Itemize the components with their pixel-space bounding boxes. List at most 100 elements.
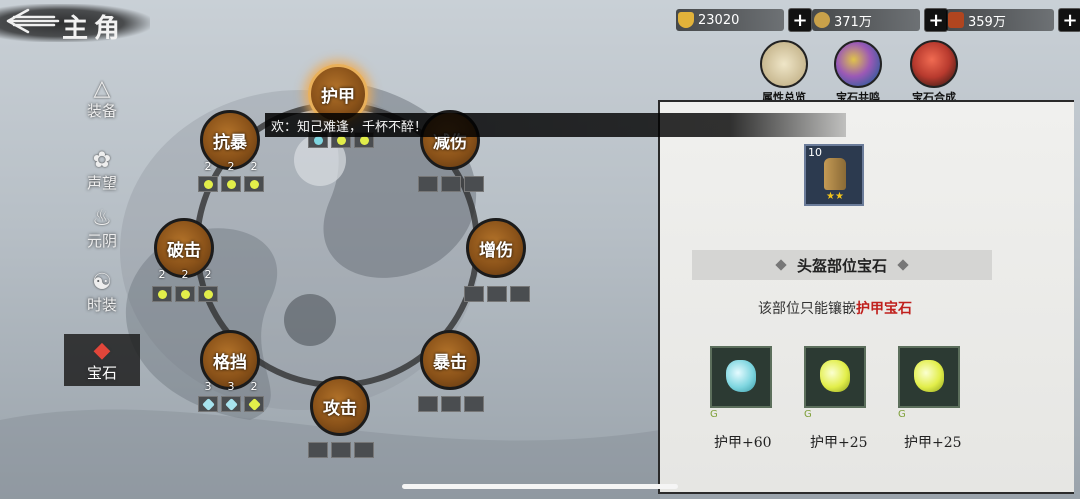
anti-crit-counts: 2 2 2	[198, 160, 264, 173]
count: 2	[181, 268, 189, 281]
slot-restriction-text: 该部位只能镶嵌护甲宝石	[660, 298, 1010, 318]
empty-gem-slot[interactable]	[510, 286, 530, 302]
add-scroll-button[interactable]: +	[1058, 8, 1080, 32]
scroll-resource-icon	[948, 12, 964, 28]
count: 2	[204, 160, 212, 173]
damage-boost-slots	[464, 286, 530, 302]
home-indicator[interactable]	[402, 484, 678, 489]
resource-coin-value: 371万	[834, 14, 872, 30]
critical-slots	[418, 396, 484, 412]
nav-gem[interactable]: ◆ 宝石	[64, 334, 140, 386]
node-critical[interactable]: 暴击	[420, 330, 480, 390]
gem-forge-icon	[910, 40, 958, 88]
cyan-gem-icon	[726, 360, 756, 392]
empty-gem-slot[interactable]	[441, 176, 461, 192]
gem-stat: 护甲+25	[904, 435, 962, 451]
damage-reduction-slots	[418, 176, 484, 192]
block-slots	[198, 396, 264, 412]
desc-prefix: 该部位只能镶嵌	[758, 301, 856, 317]
empty-gem-slot[interactable]	[464, 176, 484, 192]
gem-slot[interactable]	[244, 176, 264, 192]
nav-reputation-label: 声望	[86, 174, 117, 192]
gem-slot[interactable]	[221, 176, 241, 192]
empty-gem-slot[interactable]	[331, 442, 351, 458]
resource-coin: 371万 +	[812, 8, 948, 32]
node-damage-boost[interactable]: 增伤	[466, 218, 526, 278]
add-coin-button[interactable]: +	[924, 8, 948, 32]
gem-card[interactable]: G	[804, 346, 866, 420]
yellow-gem-icon	[914, 360, 944, 392]
count: 2	[250, 160, 258, 173]
count: 2	[158, 268, 166, 281]
empty-gem-slot[interactable]	[308, 442, 328, 458]
block-counts: 3 3 2	[198, 380, 264, 393]
page-title: 主角	[62, 14, 127, 44]
node-break-label: 破击	[167, 240, 201, 261]
resource-scroll: 359万 +	[946, 8, 1080, 32]
gem-slot[interactable]	[221, 396, 241, 412]
count: 3	[204, 380, 212, 393]
empty-gem-slot[interactable]	[418, 396, 438, 412]
resource-scroll-pill: 359万	[946, 9, 1054, 31]
count: 3	[227, 380, 235, 393]
costume-icon: ☯	[92, 270, 112, 295]
gem-slot[interactable]	[198, 396, 218, 412]
empty-gem-slot[interactable]	[487, 286, 507, 302]
node-attack[interactable]: 攻击	[310, 376, 370, 436]
empty-gem-slot[interactable]	[464, 286, 484, 302]
helmet-item-slot[interactable]: 10 ★★	[804, 144, 864, 206]
anti-crit-slots	[198, 176, 264, 192]
gem-slot[interactable]	[198, 286, 218, 302]
attack-slots	[308, 442, 374, 458]
gem-grade: G	[804, 409, 812, 420]
node-block-label: 格挡	[213, 352, 247, 373]
gem-resonance-button[interactable]: 宝石共鸣	[834, 40, 882, 105]
nav-equipment[interactable]: △ 装备	[66, 76, 138, 121]
flame-icon: ♨	[92, 206, 112, 231]
gem-forge-button[interactable]: 宝石合成	[910, 40, 958, 105]
item-level: 10	[808, 146, 822, 159]
node-attack-label: 攻击	[323, 398, 357, 419]
gem-icon: ◆	[93, 337, 111, 363]
resource-coin-pill: 371万	[812, 9, 920, 31]
add-gold-button[interactable]: +	[788, 8, 812, 32]
desc-highlight: 护甲宝石	[856, 301, 912, 317]
back-arrow-icon[interactable]	[4, 6, 60, 36]
empty-gem-slot[interactable]	[441, 396, 461, 412]
banner-text: 欢：知己难逢，千杯不醉！	[271, 119, 428, 135]
empty-gem-slot[interactable]	[354, 442, 374, 458]
resource-gold-pill: 23020	[676, 9, 784, 31]
empty-gem-slot[interactable]	[418, 176, 438, 192]
gem-cluster-icon	[834, 40, 882, 88]
gem-stat: 护甲+25	[810, 435, 868, 451]
gem-slot[interactable]	[152, 286, 172, 302]
nav-gem-label: 宝石	[86, 363, 117, 382]
nav-reputation[interactable]: ✿ 声望	[66, 148, 138, 193]
attribute-overview-button[interactable]: 属性总览	[760, 40, 808, 105]
node-anti-crit-label: 抗暴	[213, 132, 247, 153]
yellow-gem-icon	[820, 360, 850, 392]
helmet-icon	[824, 158, 846, 190]
gem-slot[interactable]	[175, 286, 195, 302]
coin-icon	[814, 12, 830, 28]
robe-icon: △	[93, 76, 111, 101]
count: 2	[204, 268, 212, 281]
section-title-bar: 头盔部位宝石	[692, 250, 992, 280]
empty-gem-slot[interactable]	[464, 396, 484, 412]
resource-gold-value: 23020	[698, 12, 740, 28]
node-armor-label: 护甲	[321, 86, 355, 107]
nav-yuanyin[interactable]: ♨ 元阴	[66, 206, 138, 251]
gem-card[interactable]: G	[710, 346, 772, 420]
nav-costume-label: 时装	[86, 296, 117, 314]
gem-slot[interactable]	[198, 176, 218, 192]
diamond-icon	[775, 259, 787, 271]
nav-yuanyin-label: 元阴	[86, 232, 117, 250]
gem-slot[interactable]	[244, 396, 264, 412]
scrolling-banner: 欢：知己难逢，千杯不醉！	[265, 113, 846, 137]
scroll-icon	[760, 40, 808, 88]
gem-card[interactable]: G	[898, 346, 960, 420]
section-title: 头盔部位宝石	[796, 256, 887, 275]
gem-grade: G	[710, 409, 718, 420]
nav-costume[interactable]: ☯ 时装	[66, 270, 138, 315]
nav-equipment-label: 装备	[86, 102, 117, 120]
